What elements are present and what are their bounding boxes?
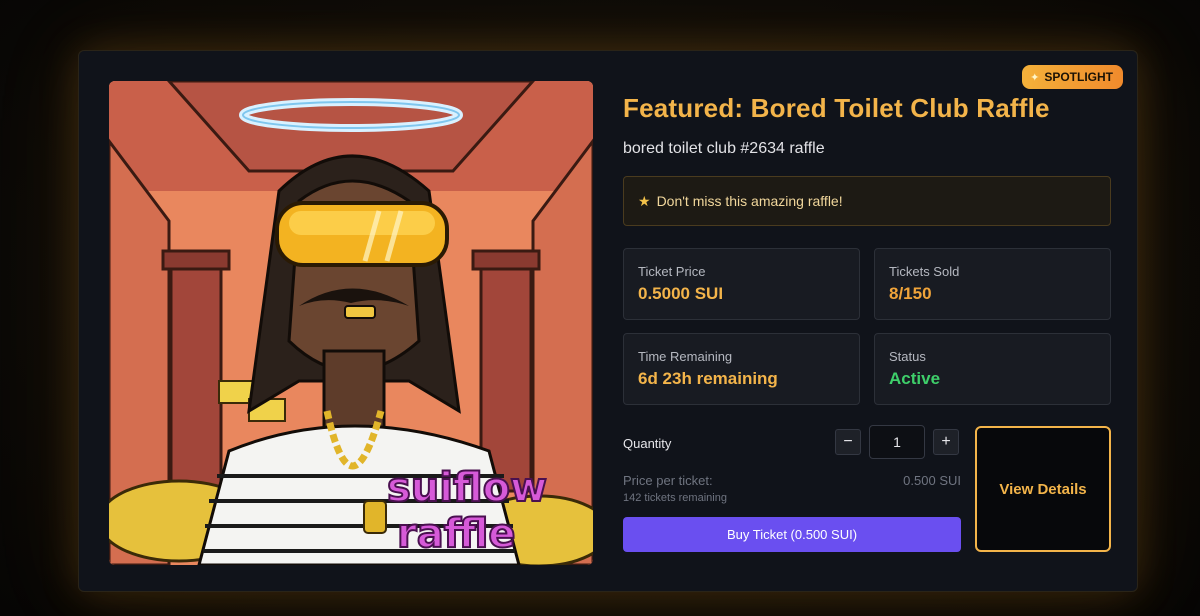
raffle-notice-text: Don't miss this amazing raffle! bbox=[656, 193, 843, 209]
quantity-increment-button[interactable]: + bbox=[933, 429, 959, 455]
quantity-decrement-button[interactable]: − bbox=[835, 429, 861, 455]
stat-label: Ticket Price bbox=[638, 264, 706, 279]
price-per-ticket-label: Price per ticket: bbox=[623, 473, 713, 488]
raffle-title: Featured: Bored Toilet Club Raffle bbox=[623, 93, 1050, 123]
raffle-subtitle: bored toilet club #2634 raffle bbox=[623, 140, 825, 157]
watermark-text-2: raffle bbox=[397, 511, 516, 557]
raffle-notice: ★ Don't miss this amazing raffle! bbox=[623, 176, 1111, 226]
stat-label: Time Remaining bbox=[638, 349, 733, 364]
star-icon: ★ bbox=[638, 192, 651, 209]
stat-value: 0.5000 SUI bbox=[638, 284, 724, 303]
quantity-input[interactable] bbox=[869, 425, 925, 459]
sparkle-icon: ✦ bbox=[1030, 71, 1040, 84]
stat-label: Status bbox=[889, 349, 926, 364]
tickets-remaining-text: 142 tickets remaining bbox=[623, 492, 727, 504]
watermark-text-1: suiflow bbox=[387, 465, 547, 511]
stat-value: 6d 23h remaining bbox=[638, 369, 778, 388]
stat-ticket-price: Ticket Price 0.5000 SUI bbox=[623, 248, 860, 320]
buy-ticket-button[interactable]: Buy Ticket (0.500 SUI) bbox=[623, 517, 961, 552]
view-details-button[interactable]: View Details bbox=[975, 426, 1111, 552]
stat-status: Status Active bbox=[874, 333, 1111, 405]
spotlight-badge: ✦ SPOTLIGHT bbox=[1022, 65, 1123, 89]
stat-label: Tickets Sold bbox=[889, 264, 960, 279]
stat-value: 8/150 bbox=[889, 284, 932, 303]
quantity-label: Quantity bbox=[623, 436, 672, 451]
status-value: Active bbox=[889, 369, 941, 388]
price-per-ticket-value: 0.500 SUI bbox=[903, 473, 961, 488]
stat-tickets-sold: Tickets Sold 8/150 bbox=[874, 248, 1111, 320]
raffle-nft-image[interactable]: suiflow raffle bbox=[109, 81, 593, 565]
nft-illustration: suiflow raffle bbox=[109, 81, 593, 565]
spotlight-badge-label: SPOTLIGHT bbox=[1044, 70, 1113, 84]
stat-time-remaining: Time Remaining 6d 23h remaining bbox=[623, 333, 860, 405]
featured-raffle-card: ✦ SPOTLIGHT suiflow raffle Featured: Bor… bbox=[78, 50, 1138, 592]
